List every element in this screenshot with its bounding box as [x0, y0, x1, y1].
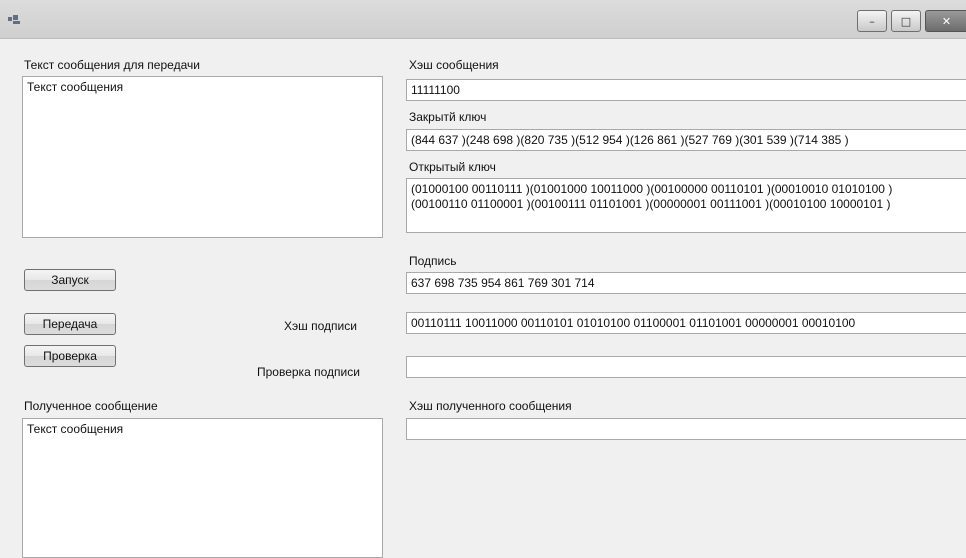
message-hash-field[interactable]: 11111100 — [406, 79, 966, 101]
public-key-field[interactable]: (01000100 00110111 )(01001000 10011000 )… — [406, 178, 966, 233]
message-hash-label: Хэш сообщения — [409, 58, 499, 72]
message-label: Текст сообщения для передачи — [24, 58, 200, 72]
received-message-textarea[interactable]: Текст сообщения — [22, 418, 383, 558]
close-button[interactable]: ✕ — [925, 10, 966, 32]
minimize-icon: – — [869, 14, 875, 28]
signature-check-label: Проверка подписи — [257, 365, 360, 379]
signature-check-field[interactable] — [406, 356, 966, 378]
maximize-button[interactable]: □ — [891, 10, 921, 32]
public-key-label: Открытый ключ — [409, 160, 496, 174]
received-hash-label: Хэш полученного сообщения — [409, 399, 572, 413]
private-key-label: Закрытй ключ — [409, 110, 487, 124]
app-icon — [8, 15, 20, 24]
private-key-field[interactable]: (844 637 )(248 698 )(820 735 )(512 954 )… — [406, 129, 966, 151]
signature-hash-field[interactable]: 00110111 10011000 00110101 01010100 0110… — [406, 312, 966, 334]
signature-field[interactable]: 637 698 735 954 861 769 301 714 — [406, 272, 966, 294]
message-textarea[interactable]: Текст сообщения — [22, 76, 383, 238]
close-icon: ✕ — [941, 14, 952, 28]
received-message-label: Полученное сообщение — [24, 399, 158, 413]
verify-button[interactable]: Проверка — [24, 345, 116, 367]
run-button[interactable]: Запуск — [24, 269, 116, 291]
signature-hash-label: Хэш подписи — [284, 319, 357, 333]
signature-label: Подпись — [409, 254, 457, 268]
minimize-button[interactable]: – — [857, 10, 887, 32]
send-button[interactable]: Передача — [24, 313, 116, 335]
title-bar: – □ ✕ — [0, 0, 966, 39]
received-hash-field[interactable] — [406, 418, 966, 440]
maximize-icon: □ — [900, 14, 912, 28]
